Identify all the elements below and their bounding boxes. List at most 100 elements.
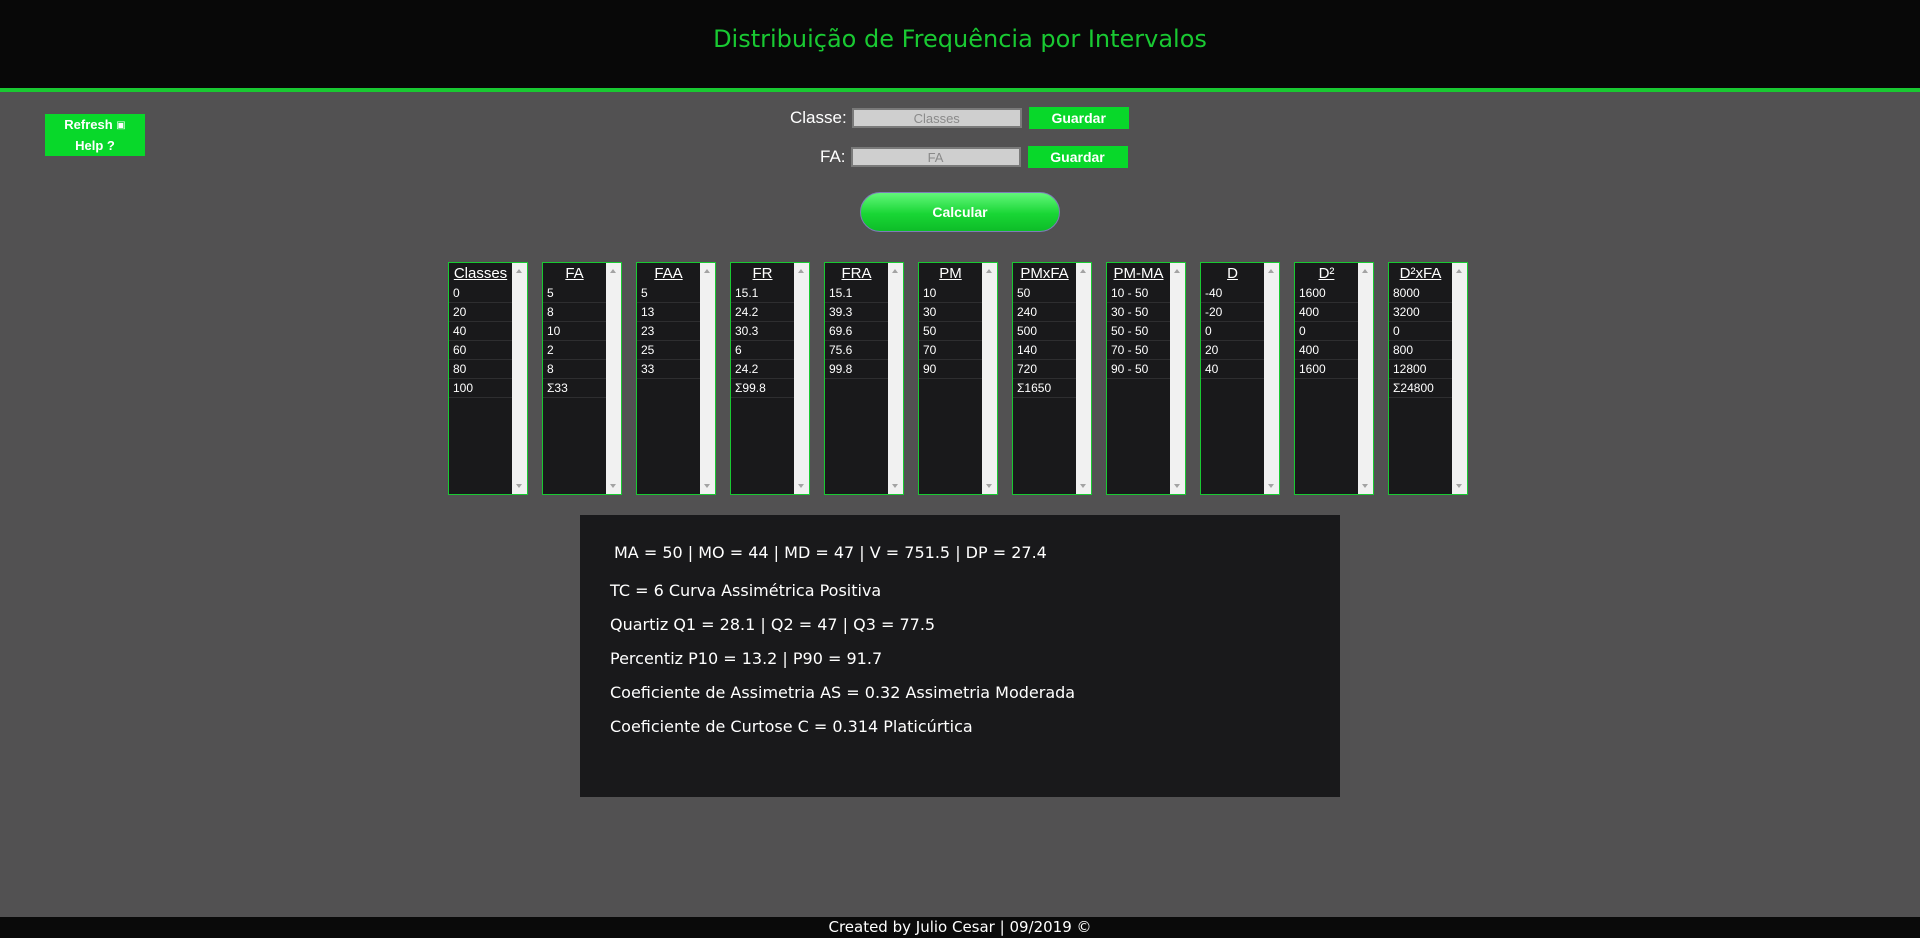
column-body: FR 15.1 24.2 30.3 6 24.2 Σ99.8 — [731, 263, 794, 494]
column-body: PM-MA 10 - 50 30 - 50 50 - 50 70 - 50 90 - 50 — [1107, 263, 1170, 494]
column-scrollbar[interactable] — [888, 263, 903, 494]
column-list[interactable]: PM 10 30 50 70 90 — [918, 262, 998, 495]
column-cell: 5 — [637, 284, 700, 303]
results-panel: MA = 50 | MO = 44 | MD = 47 | V = 751.5 … — [580, 515, 1340, 797]
column-list[interactable]: FAA 5 13 23 25 33 — [636, 262, 716, 495]
column-cell: 20 — [449, 303, 512, 322]
help-button[interactable]: Help ? — [75, 136, 115, 156]
column-cell: 33 — [637, 360, 700, 379]
column-cell: 69.6 — [825, 322, 888, 341]
column-cell: Σ24800 — [1389, 379, 1452, 398]
column-header: FAA — [654, 265, 683, 282]
column-cell: Σ1650 — [1013, 379, 1076, 398]
column-cell: 0 — [1389, 322, 1452, 341]
column-cell: 400 — [1295, 341, 1358, 360]
column-scrollbar[interactable] — [794, 263, 809, 494]
column-header: D — [1227, 265, 1238, 282]
column-cell: 13 — [637, 303, 700, 322]
fa-input[interactable] — [850, 147, 1021, 167]
column-cell: 12800 — [1389, 360, 1452, 379]
column-cell: 0 — [1295, 322, 1358, 341]
refresh-label: Refresh — [64, 116, 113, 132]
column-scrollbar[interactable] — [1076, 263, 1091, 494]
column-cell: 99.8 — [825, 360, 888, 379]
column-cell: -20 — [1201, 303, 1264, 322]
column-scrollbar[interactable] — [1264, 263, 1279, 494]
column-list[interactable]: Classes 0 20 40 60 80 100 — [448, 262, 528, 495]
column-list[interactable]: D²xFA 8000 3200 0 800 12800 Σ24800 — [1388, 262, 1468, 495]
column-body: D² 1600 400 0 400 1600 — [1295, 263, 1358, 494]
column-cell: 2 — [543, 341, 606, 360]
column-cell: Σ33 — [543, 379, 606, 398]
fa-row: FA: Guardar — [820, 146, 1128, 168]
column-cell: 40 — [449, 322, 512, 341]
column-cell: 25 — [637, 341, 700, 360]
column-cell: 1600 — [1295, 284, 1358, 303]
column-cell: 10 — [543, 322, 606, 341]
column-cell: 39.3 — [825, 303, 888, 322]
column-scrollbar[interactable] — [1452, 263, 1467, 494]
result-assimetria: Coeficiente de Assimetria AS = 0.32 Assi… — [610, 683, 1076, 702]
classe-row: Classe: Guardar — [790, 107, 1129, 129]
result-tc: TC = 6 Curva Assimétrica Positiva — [610, 581, 882, 600]
guardar-classe-button[interactable]: Guardar — [1028, 107, 1129, 129]
column-cell: 30 - 50 — [1107, 303, 1170, 322]
column-cell: 1600 — [1295, 360, 1358, 379]
column-cell: 500 — [1013, 322, 1076, 341]
column-list[interactable]: D² 1600 400 0 400 1600 — [1294, 262, 1374, 495]
column-list[interactable]: FRA 15.1 39.3 69.6 75.6 99.8 — [824, 262, 904, 495]
column-cell: -40 — [1201, 284, 1264, 303]
column-cell: 80 — [449, 360, 512, 379]
column-cell: 30.3 — [731, 322, 794, 341]
side-buttons: Refresh ▣ Help ? — [45, 114, 145, 156]
column-scrollbar[interactable] — [512, 263, 527, 494]
column-cell: 15.1 — [731, 284, 794, 303]
column-body: PMxFA 50 240 500 140 720 Σ1650 — [1013, 263, 1076, 494]
column-list[interactable]: FA 5 8 10 2 8 Σ33 — [542, 262, 622, 495]
column-scrollbar[interactable] — [606, 263, 621, 494]
column-cell: 50 — [919, 322, 982, 341]
classe-input[interactable] — [851, 108, 1022, 128]
column-cell: 5 — [543, 284, 606, 303]
page-header: Distribuição de Frequência por Intervalo… — [0, 0, 1920, 92]
column-body: FA 5 8 10 2 8 Σ33 — [543, 263, 606, 494]
column-list[interactable]: PMxFA 50 240 500 140 720 Σ1650 — [1012, 262, 1092, 495]
column-header: FA — [565, 265, 584, 282]
column-body: D²xFA 8000 3200 0 800 12800 Σ24800 — [1389, 263, 1452, 494]
column-scrollbar[interactable] — [700, 263, 715, 494]
column-header: FRA — [841, 265, 872, 282]
column-list[interactable]: D -40 -20 0 20 40 — [1200, 262, 1280, 495]
column-header: PM — [939, 265, 962, 282]
column-cell: 720 — [1013, 360, 1076, 379]
column-scrollbar[interactable] — [1170, 263, 1185, 494]
column-cell: 10 — [919, 284, 982, 303]
guardar-fa-button[interactable]: Guardar — [1027, 146, 1128, 168]
result-summary: MA = 50 | MO = 44 | MD = 47 | V = 751.5 … — [614, 543, 1047, 562]
column-list[interactable]: PM-MA 10 - 50 30 - 50 50 - 50 70 - 50 90 - 50 — [1106, 262, 1186, 495]
column-header: PMxFA — [1020, 265, 1069, 282]
column-cell: 70 - 50 — [1107, 341, 1170, 360]
classe-label: Classe: — [790, 108, 847, 127]
frequency-table: Classes 0 20 40 60 80 100 FA 5 8 10 2 8 Σ33 FAA 5 13 23 25… — [448, 262, 1482, 495]
fa-label: FA: — [820, 147, 846, 166]
column-cell: 90 - 50 — [1107, 360, 1170, 379]
column-header: D² — [1318, 265, 1335, 282]
column-list[interactable]: FR 15.1 24.2 30.3 6 24.2 Σ99.8 — [730, 262, 810, 495]
column-header: PM-MA — [1113, 265, 1164, 282]
column-cell: 50 — [1013, 284, 1076, 303]
column-cell: 40 — [1201, 360, 1264, 379]
page-footer: Created by Julio Cesar | 09/2019 © — [0, 917, 1920, 938]
calcular-button[interactable]: Calcular — [860, 192, 1060, 232]
column-body: D -40 -20 0 20 40 — [1201, 263, 1264, 494]
column-scrollbar[interactable] — [1358, 263, 1373, 494]
column-cell: 70 — [919, 341, 982, 360]
refresh-button[interactable]: Refresh ▣ — [64, 115, 126, 136]
column-scrollbar[interactable] — [982, 263, 997, 494]
column-cell: 8000 — [1389, 284, 1452, 303]
page-title: Distribuição de Frequência por Intervalo… — [713, 25, 1207, 53]
column-cell: 50 - 50 — [1107, 322, 1170, 341]
column-cell: 8 — [543, 360, 606, 379]
column-cell: 75.6 — [825, 341, 888, 360]
result-percentiles: Percentiz P10 = 13.2 | P90 = 91.7 — [610, 649, 883, 668]
column-cell: 10 - 50 — [1107, 284, 1170, 303]
